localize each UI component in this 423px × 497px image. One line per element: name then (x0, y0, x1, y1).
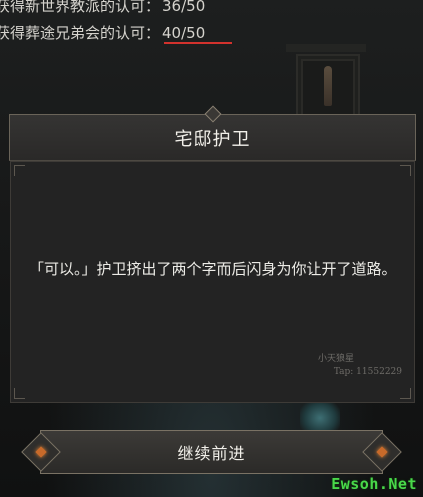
corner-ornament-icon (14, 388, 25, 399)
corner-ornament-icon (400, 388, 411, 399)
author-watermark: 小天狼星 (317, 354, 354, 364)
gem-icon (35, 446, 47, 458)
progress-row-cult: 获得新世界教派的认可： 36/50 (0, 0, 205, 15)
continue-button[interactable]: 继续前进 (35, 430, 388, 474)
dialog-title: 宅邸护卫 (174, 128, 251, 150)
progress-value: 36/50 (162, 0, 206, 15)
dialog-message: 「可以。」护卫挤出了两个字而后闪身为你让开了道路。 (29, 260, 397, 278)
corner-ornament-icon (14, 165, 25, 176)
corner-ornament-icon (400, 165, 411, 176)
site-watermark: Ewsoh.Net (331, 475, 417, 493)
progress-value: 40/50 (162, 24, 206, 42)
dialog-body: 「可以。」护卫挤出了两个字而后闪身为你让开了道路。 小天狼星 Tap: 1155… (10, 161, 415, 403)
gem-icon (376, 446, 388, 458)
progress-label: 获得葬途兄弟会的认可： (0, 24, 161, 42)
event-dialog: 宅邸护卫 「可以。」护卫挤出了两个字而后闪身为你让开了道路。 小天狼星 Tap:… (9, 105, 416, 403)
continue-button-label: 继续前进 (177, 444, 246, 463)
dialog-title-bar: 宅邸护卫 (9, 105, 416, 161)
window-lintel (286, 44, 366, 52)
progress-label: 获得新世界教派的认可： (0, 0, 161, 15)
progress-row-brotherhood: 获得葬途兄弟会的认可： 40/50 (0, 24, 205, 42)
highlight-underline (164, 42, 232, 44)
tap-id-watermark: Tap: 11552229 (333, 367, 402, 377)
